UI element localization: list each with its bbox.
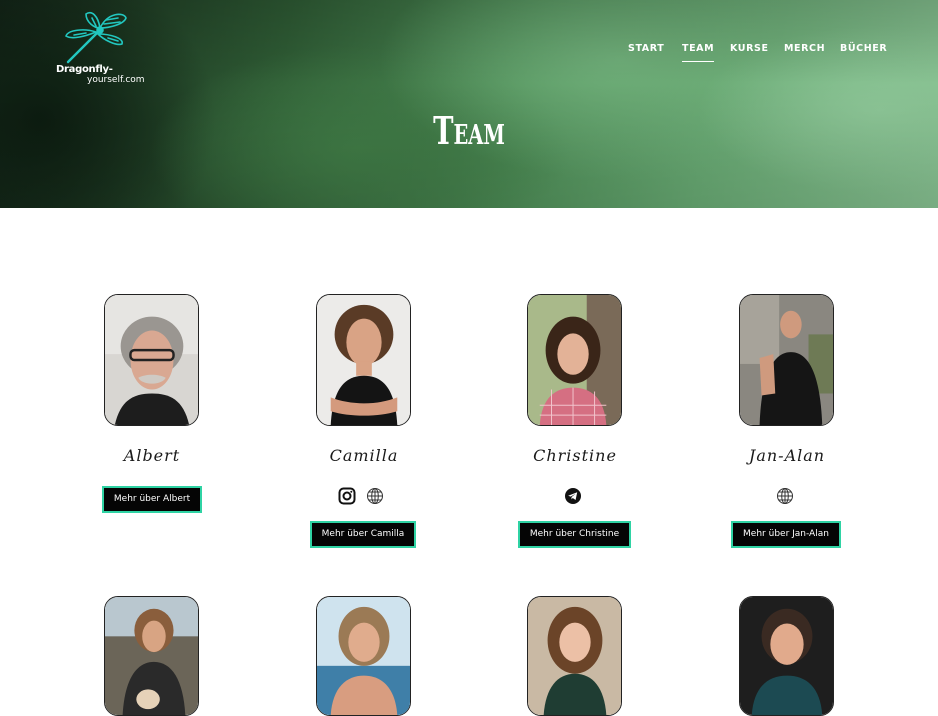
globe-icon[interactable] [366, 487, 384, 505]
dragonfly-logo-icon [65, 12, 127, 64]
social-links [338, 487, 384, 505]
nav-item-merch[interactable]: MERCH [784, 43, 825, 54]
hero-banner: Dragonfly- yourself.com START TEAM KURSE… [0, 0, 938, 208]
social-links [776, 487, 794, 505]
member-photo [316, 596, 411, 716]
member-photo-jan-alan [739, 294, 834, 426]
member-photo [527, 596, 622, 716]
more-about-camilla-button[interactable]: Mehr über Camilla [310, 521, 416, 548]
site-logo[interactable]: Dragonfly- yourself.com [56, 10, 146, 90]
telegram-icon[interactable] [564, 487, 582, 505]
more-about-christine-button[interactable]: Mehr über Christine [518, 521, 631, 548]
nav-item-start[interactable]: START [628, 43, 664, 54]
nav-item-team[interactable]: TEAM [682, 43, 715, 62]
member-photo [104, 596, 199, 716]
more-about-albert-button[interactable]: Mehr über Albert [102, 486, 202, 513]
nav-item-buecher[interactable]: BÜCHER [840, 43, 887, 54]
logo-text-domain: yourself.com [87, 75, 145, 85]
member-photo-albert [104, 294, 199, 426]
nav-item-kurse[interactable]: KURSE [730, 43, 769, 54]
member-name: Christine [533, 446, 617, 465]
member-photo-christine [527, 294, 622, 426]
member-name: Camilla [329, 446, 399, 465]
globe-icon[interactable] [776, 487, 794, 505]
instagram-icon[interactable] [338, 487, 356, 505]
member-name: Jan-Alan [748, 446, 826, 465]
social-links [564, 487, 582, 505]
logo-text-dragonfly: Dragonfly- [56, 64, 113, 75]
member-photo-camilla [316, 294, 411, 426]
more-about-jan-alan-button[interactable]: Mehr über Jan-Alan [731, 521, 841, 548]
member-photo [739, 596, 834, 716]
page-title: Team [433, 108, 505, 153]
member-name: Albert [123, 446, 181, 465]
